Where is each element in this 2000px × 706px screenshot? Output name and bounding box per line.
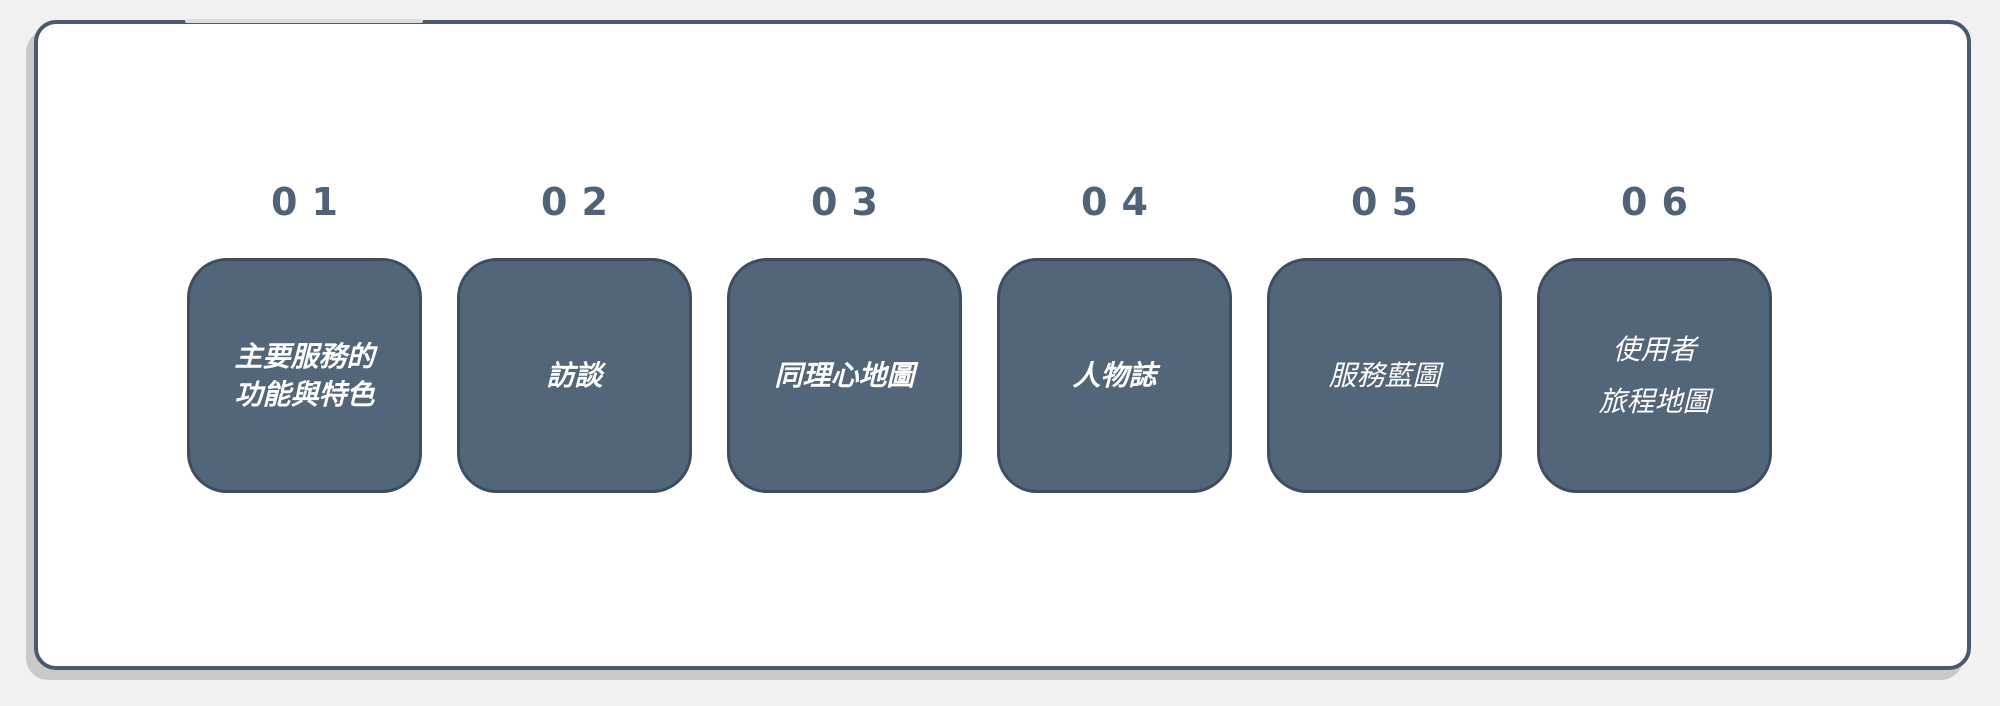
step-label: 訪談 [546, 358, 603, 392]
step-number: 03 [811, 180, 892, 224]
step-card: 同理心地圖 [727, 258, 962, 493]
step-4: 04 人物誌 [997, 176, 1232, 493]
step-label: 同理心地圖 [774, 358, 915, 392]
step-6: 06 使用者 旅程地圖 [1537, 176, 1772, 493]
step-label: 人物誌 [1072, 358, 1157, 392]
step-card: 使用者 旅程地圖 [1537, 258, 1772, 493]
step-number: 02 [541, 180, 622, 224]
step-number: 06 [1621, 180, 1702, 224]
step-card: 主要服務的 功能與特色 [187, 258, 422, 493]
step-1: 01 主要服務的 功能與特色 [187, 176, 422, 493]
step-card: 服務藍圖 [1267, 258, 1502, 493]
step-3: 03 同理心地圖 [727, 176, 962, 493]
step-card: 訪談 [457, 258, 692, 493]
step-label: 服務藍圖 [1328, 358, 1441, 392]
step-label: 主要服務的 功能與特色 [234, 339, 375, 411]
step-label: 使用者 旅程地圖 [1598, 332, 1711, 418]
panel-accent-line [185, 19, 423, 23]
step-card: 人物誌 [997, 258, 1232, 493]
step-number: 01 [271, 180, 352, 224]
step-number: 05 [1351, 180, 1432, 224]
step-5: 05 服務藍圖 [1267, 176, 1502, 493]
step-2: 02 訪談 [457, 176, 692, 493]
step-number: 04 [1081, 180, 1162, 224]
process-steps: 01 主要服務的 功能與特色 02 訪談 03 同理心地圖 04 人物誌 05 … [187, 176, 1772, 493]
